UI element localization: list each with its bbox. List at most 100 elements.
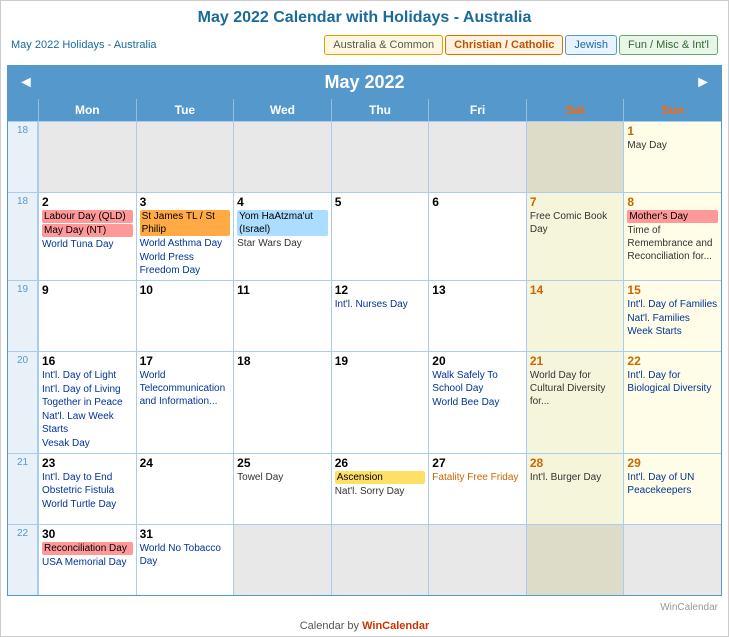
week-row: 2230Reconciliation DayUSA Memorial Day31… bbox=[8, 524, 721, 595]
cal-header: ◄ May 2022 ► bbox=[8, 66, 721, 99]
event: Int'l. Day of Living Together in Peace bbox=[42, 383, 133, 409]
day-number: 29 bbox=[627, 456, 718, 470]
day-header-fri: Fri bbox=[428, 99, 526, 121]
week-num: 18 bbox=[8, 193, 38, 280]
cal-cell: 8Mother's DayTime of Remembrance and Rec… bbox=[623, 193, 721, 280]
cal-cell: 11 bbox=[233, 281, 331, 351]
day-number: 15 bbox=[627, 283, 718, 297]
event: Int'l. Day of Families bbox=[627, 298, 718, 311]
event: Reconciliation Day bbox=[42, 542, 133, 555]
event: Int'l. Day for Biological Diversity bbox=[627, 369, 718, 395]
cal-body: 181May Day182Labour Day (QLD)May Day (NT… bbox=[8, 121, 721, 595]
event: World Press Freedom Day bbox=[140, 251, 231, 277]
event: World Day for Cultural Diversity for... bbox=[530, 369, 621, 408]
page-title: May 2022 Calendar with Holidays - Austra… bbox=[1, 1, 728, 31]
event: Mother's Day bbox=[627, 210, 718, 223]
cal-cell bbox=[233, 122, 331, 192]
day-header-thu: Thu bbox=[331, 99, 429, 121]
day-number: 11 bbox=[237, 283, 328, 297]
event: Nat'l. Sorry Day bbox=[335, 485, 426, 498]
event: Nat'l. Law Week Starts bbox=[42, 410, 133, 436]
event: Ascension bbox=[335, 471, 426, 484]
day-number: 25 bbox=[237, 456, 328, 470]
day-number: 7 bbox=[530, 195, 621, 209]
event: USA Memorial Day bbox=[42, 556, 133, 569]
cal-cell: 10 bbox=[136, 281, 234, 351]
wincalendar-link[interactable]: WinCalendar bbox=[362, 620, 429, 632]
day-number: 4 bbox=[237, 195, 328, 209]
day-number: 10 bbox=[140, 283, 231, 297]
day-number: 18 bbox=[237, 354, 328, 368]
cal-cell bbox=[136, 122, 234, 192]
day-number: 6 bbox=[432, 195, 523, 209]
cal-cell: 21World Day for Cultural Diversity for..… bbox=[526, 352, 624, 453]
cal-cell: 20Walk Safely To School DayWorld Bee Day bbox=[428, 352, 526, 453]
day-header-mon: Mon bbox=[38, 99, 136, 121]
cal-cell: 23Int'l. Day to End Obstetric FistulaWor… bbox=[38, 454, 136, 524]
day-header-sun: Sun bbox=[623, 99, 721, 121]
cal-cell: 29Int'l. Day of UN Peacekeepers bbox=[623, 454, 721, 524]
cal-cell bbox=[331, 122, 429, 192]
event: St James TL / St Philip bbox=[140, 210, 231, 236]
event: Int'l. Day of UN Peacekeepers bbox=[627, 471, 718, 497]
day-number: 8 bbox=[627, 195, 718, 209]
wincalendar-credit: WinCalendar bbox=[1, 602, 728, 615]
week-row: 181May Day bbox=[8, 121, 721, 192]
tab-australia[interactable]: Australia & Common bbox=[324, 35, 443, 55]
cal-cell: 18 bbox=[233, 352, 331, 453]
day-number: 16 bbox=[42, 354, 133, 368]
event: Vesak Day bbox=[42, 437, 133, 450]
day-number: 5 bbox=[335, 195, 426, 209]
event: World Tuna Day bbox=[42, 238, 133, 251]
day-number: 3 bbox=[140, 195, 231, 209]
event: Towel Day bbox=[237, 471, 328, 484]
day-number: 20 bbox=[432, 354, 523, 368]
week-row: 199101112Int'l. Nurses Day131415Int'l. D… bbox=[8, 280, 721, 351]
month-title: May 2022 bbox=[324, 72, 404, 93]
cal-cell: 15Int'l. Day of FamiliesNat'l. Families … bbox=[623, 281, 721, 351]
next-month-button[interactable]: ► bbox=[695, 74, 711, 92]
event: World No Tobacco Day bbox=[140, 542, 231, 568]
event: May Day (NT) bbox=[42, 224, 133, 237]
cal-cell: 6 bbox=[428, 193, 526, 280]
event: Star Wars Day bbox=[237, 237, 328, 250]
event: Free Comic Book Day bbox=[530, 210, 621, 236]
day-header-sat: Sat bbox=[526, 99, 624, 121]
prev-month-button[interactable]: ◄ bbox=[18, 74, 34, 92]
cal-cell: 30Reconciliation DayUSA Memorial Day bbox=[38, 525, 136, 595]
footer-text: Calendar by bbox=[300, 620, 362, 632]
event: May Day bbox=[627, 139, 718, 152]
cal-cell bbox=[623, 525, 721, 595]
cal-cell: 13 bbox=[428, 281, 526, 351]
event: Walk Safely To School Day bbox=[432, 369, 523, 395]
cal-cell bbox=[428, 122, 526, 192]
cal-cell: 31World No Tobacco Day bbox=[136, 525, 234, 595]
day-number: 21 bbox=[530, 354, 621, 368]
footer: Calendar by WinCalendar bbox=[1, 615, 728, 636]
week-row: 182Labour Day (QLD)May Day (NT)World Tun… bbox=[8, 192, 721, 280]
tab-fun[interactable]: Fun / Misc & Int'l bbox=[619, 35, 718, 55]
day-number: 26 bbox=[335, 456, 426, 470]
cal-cell: 4Yom HaAtzma'ut (Israel)Star Wars Day bbox=[233, 193, 331, 280]
tab-christian[interactable]: Christian / Catholic bbox=[445, 35, 563, 55]
event: Yom HaAtzma'ut (Israel) bbox=[237, 210, 328, 236]
page-wrapper: May 2022 Calendar with Holidays - Austra… bbox=[0, 0, 729, 637]
cal-cell: 7Free Comic Book Day bbox=[526, 193, 624, 280]
cal-cell: 19 bbox=[331, 352, 429, 453]
cal-cell: 28Int'l. Burger Day bbox=[526, 454, 624, 524]
days-header: Mon Tue Wed Thu Fri Sat Sun bbox=[8, 99, 721, 121]
tab-jewish[interactable]: Jewish bbox=[565, 35, 617, 55]
cal-cell bbox=[526, 525, 624, 595]
day-number: 28 bbox=[530, 456, 621, 470]
cal-cell: 22Int'l. Day for Biological Diversity bbox=[623, 352, 721, 453]
event: Int'l. Nurses Day bbox=[335, 298, 426, 311]
event: Nat'l. Families Week Starts bbox=[627, 312, 718, 338]
cal-cell: 12Int'l. Nurses Day bbox=[331, 281, 429, 351]
calendar-wrapper: ◄ May 2022 ► Mon Tue Wed Thu Fri Sat Sun… bbox=[7, 65, 722, 596]
event: World Telecommunication and Information.… bbox=[140, 369, 231, 408]
event: Int'l. Day to End Obstetric Fistula bbox=[42, 471, 133, 497]
day-number: 27 bbox=[432, 456, 523, 470]
cal-cell bbox=[428, 525, 526, 595]
cal-cell: 9 bbox=[38, 281, 136, 351]
day-number: 24 bbox=[140, 456, 231, 470]
